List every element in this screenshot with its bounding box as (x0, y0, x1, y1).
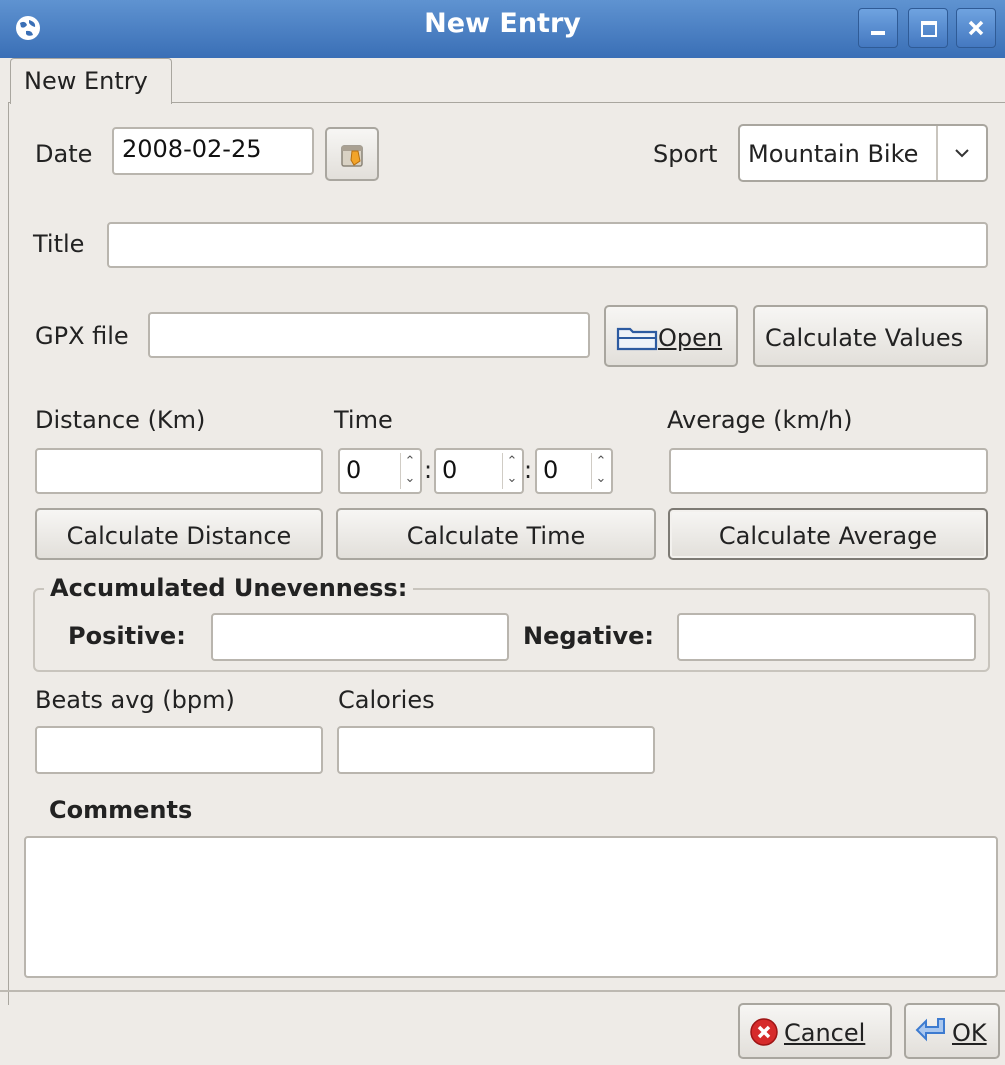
maximize-button[interactable] (908, 8, 948, 48)
sport-value: Mountain Bike (748, 140, 919, 168)
sport-select[interactable]: Mountain Bike (738, 124, 988, 182)
average-field[interactable] (669, 448, 988, 494)
cancel-label: Cancel (784, 1019, 866, 1047)
calculate-time-button[interactable]: Calculate Time (336, 508, 656, 560)
time-separator: : (424, 456, 433, 484)
seconds-spinner[interactable]: 0 ⌃ ⌄ (535, 448, 613, 494)
minimize-button[interactable] (858, 8, 898, 48)
cancel-button[interactable]: Cancel (738, 1003, 892, 1059)
chevron-down-icon (955, 149, 969, 158)
title-field[interactable] (107, 222, 988, 268)
distance-field[interactable] (35, 448, 323, 494)
minutes-spinner[interactable]: 0 ⌃ ⌄ (434, 448, 524, 494)
title-label: Title (33, 230, 85, 258)
negative-label: Negative: (523, 622, 654, 650)
time-label: Time (334, 406, 393, 434)
ok-button[interactable]: OK (904, 1003, 1000, 1059)
tab-new-entry[interactable]: New Entry (10, 58, 172, 104)
date-picker-button[interactable] (325, 127, 379, 181)
positive-field[interactable] (211, 613, 509, 661)
sport-label: Sport (653, 140, 718, 168)
average-label: Average (km/h) (667, 406, 853, 434)
calculate-distance-button[interactable]: Calculate Distance (35, 508, 323, 560)
calendar-icon (341, 145, 363, 167)
maximize-icon (921, 21, 937, 37)
window-title: New Entry (424, 8, 581, 39)
folder-icon (616, 327, 658, 351)
calculate-values-label: Calculate Values (765, 324, 964, 352)
calculate-time-label: Calculate Time (406, 522, 586, 550)
date-value: 2008-02-25 (122, 135, 262, 163)
minutes-value: 0 (442, 456, 458, 484)
unevenness-label: Accumulated Unevenness: (44, 574, 414, 602)
negative-field[interactable] (677, 613, 976, 661)
beats-label: Beats avg (bpm) (35, 686, 235, 714)
seconds-spinner-arrows[interactable]: ⌃ ⌄ (591, 453, 610, 489)
hours-spinner[interactable]: 0 ⌃ ⌄ (338, 448, 422, 494)
calculate-average-button[interactable]: Calculate Average (668, 508, 988, 560)
time-separator: : (524, 456, 533, 484)
calories-label: Calories (338, 686, 435, 714)
comments-label: Comments (49, 796, 193, 824)
close-button[interactable] (956, 8, 996, 48)
calculate-average-label: Calculate Average (718, 522, 938, 550)
distance-label: Distance (Km) (35, 406, 206, 434)
title-bar[interactable]: New Entry (0, 0, 1005, 58)
calories-field[interactable] (337, 726, 655, 774)
gpx-file-field[interactable] (148, 312, 590, 358)
date-label: Date (35, 140, 93, 168)
close-icon (968, 20, 984, 36)
tab-label: New Entry (24, 67, 148, 95)
hours-spinner-arrows[interactable]: ⌃ ⌄ (400, 453, 419, 489)
minimize-icon (871, 31, 885, 35)
calculate-distance-label: Calculate Distance (66, 522, 292, 550)
positive-label: Positive: (68, 622, 186, 650)
ok-label: OK (952, 1019, 987, 1047)
seconds-value: 0 (543, 456, 559, 484)
beats-field[interactable] (35, 726, 323, 774)
select-divider (936, 126, 938, 180)
open-button[interactable]: Open (604, 305, 738, 367)
minutes-spinner-arrows[interactable]: ⌃ ⌄ (502, 453, 521, 489)
footer-separator (0, 990, 1005, 992)
comments-textarea[interactable] (24, 836, 998, 978)
hours-value: 0 (346, 456, 362, 484)
date-field[interactable]: 2008-02-25 (112, 127, 314, 175)
calculate-values-button[interactable]: Calculate Values (753, 305, 988, 367)
ok-arrow-icon (915, 1018, 945, 1042)
open-label: Open (658, 324, 723, 352)
gpx-label: GPX file (35, 322, 129, 350)
cancel-icon (750, 1018, 778, 1046)
